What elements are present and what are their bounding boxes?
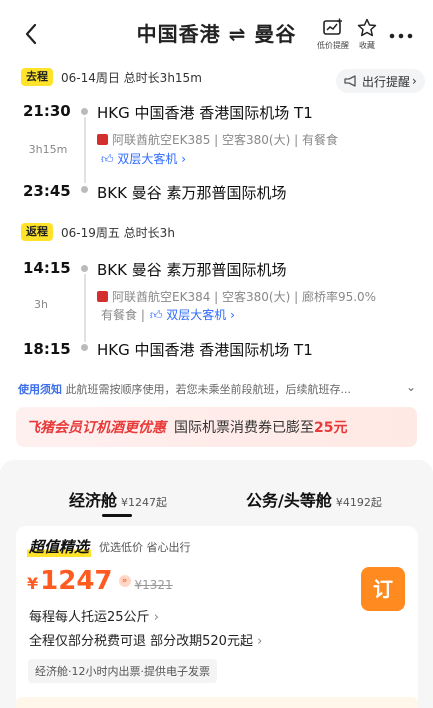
chevron-right-icon: › [153, 610, 159, 625]
next-card-peek [16, 697, 418, 708]
promo-text: 国际机票消费券已膨至 [174, 420, 314, 436]
outbound-date-info: 06-14周日 总时长3h15m [61, 70, 202, 85]
more-icon[interactable] [389, 33, 413, 39]
chevron-right-icon: › [181, 152, 187, 166]
return-aircraft-badge[interactable]: 👍︎ 双层大客机 › [150, 306, 235, 323]
tab-economy[interactable]: 经济舱 ¥1247起 [69, 487, 167, 511]
fare-feature-chip: 经济舱·12小时内出票·提供电子发票 [28, 659, 217, 683]
timeline-line [83, 117, 86, 183]
return-airline-text: 阿联酋航空EK384 | 空客380(大) | 廊桥率95.0% [112, 290, 377, 304]
baggage-info[interactable]: 每程每人托运25公斤 › [29, 606, 159, 625]
return-date-info: 06-19周五 总时长3h [61, 225, 175, 240]
baggage-text: 每程每人托运25公斤 [29, 610, 150, 625]
promo-highlight: 飞猪会员订机酒更优惠 [26, 420, 166, 436]
original-price: ¥1321 [134, 578, 173, 592]
outbound-arr-airport: BKK 曼谷 素万那普国际机场 [97, 184, 287, 202]
outbound-airline-info: 阿联酋航空EK385 | 空客380(大) | 有餐食 [97, 131, 338, 148]
return-dep-time: 14:15 [23, 259, 71, 277]
timeline-dot [81, 265, 88, 272]
favorite-button[interactable]: 收藏 [345, 18, 389, 51]
timeline-dot [81, 186, 88, 193]
fare-slogan: 优选低价 省心出行 [99, 540, 191, 554]
fare-title-row: 超值精选 优选低价 省心出行 [27, 536, 191, 557]
thumbs-up-icon: 👍︎ [149, 308, 163, 322]
outbound-tag: 去程 [21, 68, 53, 86]
timeline-dot [81, 344, 88, 351]
outbound-dep-time: 21:30 [23, 102, 71, 120]
favorite-label: 收藏 [359, 41, 375, 50]
thumbs-up-icon: 👍︎ [101, 152, 114, 166]
return-arr-time: 18:15 [23, 340, 71, 358]
price-alert-icon [323, 18, 342, 35]
outbound-header: 去程 06-14周日 总时长3h15m [21, 68, 202, 86]
tab-economy-price: ¥1247起 [121, 496, 168, 509]
refund-info[interactable]: 全程仅部分税费可退 部分改期520元起 › [29, 630, 262, 649]
travel-reminder-label: 出行提醒 [362, 74, 411, 89]
return-airline-info: 阿联酋航空EK384 | 空客380(大) | 廊桥率95.0% [97, 288, 376, 305]
outbound-arr-time: 23:45 [23, 182, 71, 200]
return-duration: 3h [34, 298, 48, 311]
outbound-duration: 3h15m [28, 143, 68, 156]
outbound-dep-airport: HKG 中国香港 香港国际机场 T1 [97, 104, 313, 122]
tab-business-label: 公务/头等舱 [246, 491, 332, 510]
member-promo-banner[interactable]: 飞猪会员订机酒更优惠 国际机票消费券已膨至 25元 [16, 407, 417, 447]
return-extras: 有餐食 | 👍︎ 双层大客机 › [101, 306, 235, 323]
return-header: 返程 06-19周五 总时长3h [21, 223, 175, 241]
chevron-down-icon: ⌄ [405, 381, 416, 394]
timeline-dot [81, 108, 88, 115]
fare-price-row: ¥1247 » ¥1321 [27, 566, 173, 596]
airline-logo-icon [97, 134, 108, 145]
usage-notice[interactable]: 使用须知 此航班需按顺序使用，若您未乘坐前段航班，后续航班存... ⌄ [18, 381, 418, 397]
usage-notice-text: 此航班需按顺序使用，若您未乘坐前段航班，后续航班存... [65, 383, 352, 396]
return-arr-airport: HKG 中国香港 香港国际机场 T1 [97, 341, 313, 359]
megaphone-icon [344, 75, 356, 87]
tab-business[interactable]: 公务/头等舱 ¥4192起 [246, 487, 382, 511]
active-tab-indicator [102, 514, 132, 517]
promo-amount: 25元 [314, 420, 348, 436]
tab-business-price: ¥4192起 [335, 496, 382, 509]
return-meal: 有餐食 | [101, 308, 145, 322]
fare-title: 超值精选 [27, 536, 92, 557]
book-button[interactable]: 订 [361, 567, 405, 611]
outbound-airline-text: 阿联酋航空EK385 | 空客380(大) | 有餐食 [112, 133, 338, 147]
chevron-right-icon: › [230, 308, 235, 322]
chevron-right-icon: › [257, 634, 263, 649]
return-aircraft-label: 双层大客机 [166, 308, 227, 322]
tab-economy-label: 经济舱 [69, 491, 118, 510]
fare-price: ¥1247 [27, 566, 113, 596]
return-tag: 返程 [21, 223, 53, 241]
chevron-right-icon: › [412, 74, 417, 88]
travel-reminder-button[interactable]: 出行提醒 › [336, 69, 425, 93]
refund-text: 全程仅部分税费可退 部分改期520元起 [29, 634, 253, 649]
airline-logo-icon [97, 291, 108, 302]
usage-notice-label: 使用须知 [18, 383, 62, 396]
return-dep-airport: BKK 曼谷 素万那普国际机场 [97, 261, 287, 279]
discount-icon: » [118, 575, 131, 587]
star-icon [357, 18, 377, 37]
outbound-aircraft-label: 双层大客机 [117, 152, 178, 166]
outbound-aircraft-badge[interactable]: 👍︎ 双层大客机 › [101, 150, 186, 167]
